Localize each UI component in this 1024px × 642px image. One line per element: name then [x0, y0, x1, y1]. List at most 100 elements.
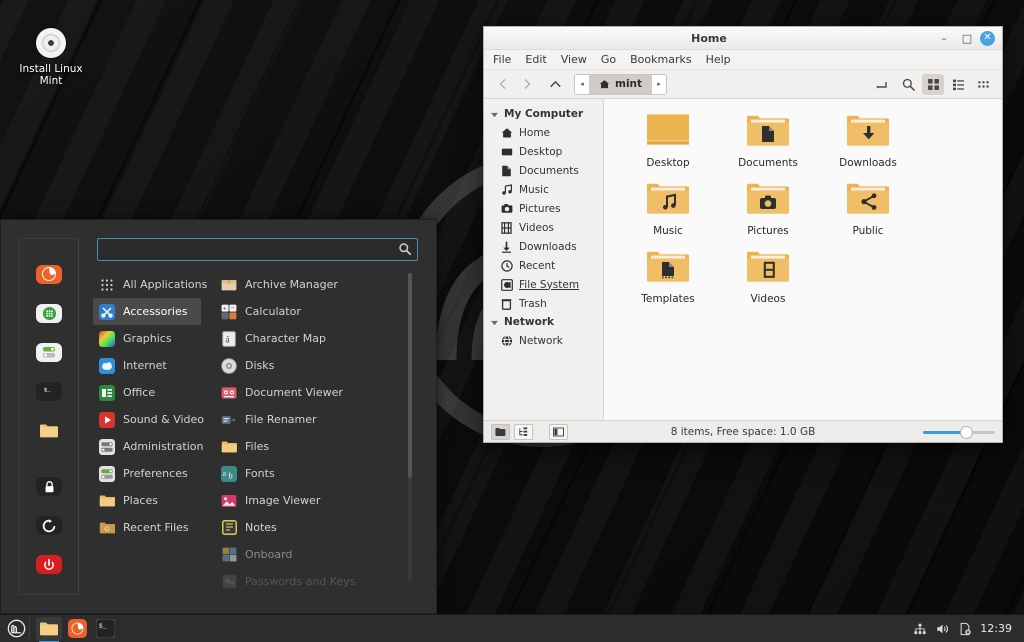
- menu-shortcut-sidebar[interactable]: $_: [19, 238, 79, 595]
- compact-view-icon[interactable]: [972, 74, 994, 95]
- search-icon[interactable]: [398, 242, 412, 256]
- menu-category-places[interactable]: Places: [93, 487, 201, 514]
- search-input[interactable]: [97, 238, 418, 261]
- quit-icon[interactable]: [36, 555, 62, 574]
- menu-app-document-viewer[interactable]: Document Viewer: [215, 379, 426, 406]
- status-bar[interactable]: 8 items, Free space: 1.0 GB: [484, 420, 1002, 442]
- file-item-public[interactable]: Public: [818, 181, 918, 237]
- file-item-videos[interactable]: Videos: [718, 249, 818, 305]
- up-icon[interactable]: [544, 74, 566, 95]
- toolbar[interactable]: ◂ mint ▸: [484, 70, 1002, 99]
- menu-app-fonts[interactable]: a b Fonts: [215, 460, 426, 487]
- menu-app-character-map[interactable]: á Character Map: [215, 325, 426, 352]
- menubar-item-view[interactable]: View: [561, 53, 587, 66]
- menubar-item-bookmarks[interactable]: Bookmarks: [630, 53, 691, 66]
- sidebar-group-network[interactable]: Network: [484, 313, 603, 331]
- window-title-bar[interactable]: Home – □ ✕: [484, 27, 1002, 50]
- menubar-item-help[interactable]: Help: [706, 53, 731, 66]
- firefox-launcher[interactable]: [64, 617, 90, 641]
- menu-category-office[interactable]: Office: [93, 379, 201, 406]
- sidebar-item-documents[interactable]: Documents: [484, 161, 603, 180]
- terminal-launcher[interactable]: $_: [92, 617, 118, 641]
- taskbar[interactable]: $_ 12:39: [0, 614, 1024, 642]
- application-menu[interactable]: $_ All Applications Accessories Graphics In…: [0, 219, 437, 614]
- menu-app-file-renamer[interactable]: File Renamer: [215, 406, 426, 433]
- system-tray[interactable]: 12:39: [913, 622, 1020, 636]
- menu-category-accessories[interactable]: Accessories: [93, 298, 201, 325]
- close-button[interactable]: ✕: [980, 30, 995, 46]
- path-prev-button[interactable]: ◂: [575, 74, 589, 94]
- firefox-icon[interactable]: [36, 265, 62, 284]
- sidebar-group-my-computer[interactable]: My Computer: [484, 105, 603, 123]
- file-manager-window[interactable]: Home – □ ✕ File Edit View Go Bookmarks Help ◂…: [483, 26, 1003, 443]
- install-linux-mint-desktop-icon[interactable]: Install Linux Mint: [14, 28, 88, 87]
- file-view[interactable]: Desktop Documents Downloads Music Pictures Pu…: [604, 99, 1002, 420]
- minimize-button[interactable]: –: [934, 28, 954, 48]
- menu-category-all-applications[interactable]: All Applications: [93, 271, 207, 298]
- sidebar-item-trash[interactable]: Trash: [484, 294, 603, 313]
- menu-category-graphics[interactable]: Graphics: [93, 325, 201, 352]
- sidebar-item-recent[interactable]: Recent: [484, 256, 603, 275]
- menu-app-archive-manager[interactable]: Archive Manager: [215, 271, 426, 298]
- files-icon[interactable]: [36, 421, 62, 440]
- icon-view-icon[interactable]: [922, 73, 944, 95]
- sidebar-item-music[interactable]: Music: [484, 180, 603, 199]
- menu-app-passwords-and-keys[interactable]: Passwords and Keys: [215, 568, 426, 595]
- menu-category-recent-files[interactable]: Recent Files: [93, 514, 201, 541]
- menubar-item-file[interactable]: File: [493, 53, 511, 66]
- menu-app-files[interactable]: Files: [215, 433, 426, 460]
- menubar-item-edit[interactable]: Edit: [525, 53, 546, 66]
- update-notifier-icon[interactable]: [958, 622, 972, 636]
- menu-app-image-viewer[interactable]: Image Viewer: [215, 487, 426, 514]
- zoom-slider-knob[interactable]: [960, 425, 973, 439]
- menubar-item-go[interactable]: Go: [601, 53, 616, 66]
- category-list[interactable]: All Applications Accessories Graphics Inter…: [89, 271, 207, 605]
- network-icon[interactable]: [913, 622, 927, 636]
- file-item-music[interactable]: Music: [618, 181, 718, 237]
- menu-category-internet[interactable]: Internet: [93, 352, 201, 379]
- logout-icon[interactable]: [36, 516, 62, 536]
- sidebar-item-pictures[interactable]: Pictures: [484, 199, 603, 218]
- sidebar-item-downloads[interactable]: Downloads: [484, 237, 603, 256]
- menu-app-onboard[interactable]: Onboard: [215, 541, 426, 568]
- file-item-pictures[interactable]: Pictures: [718, 181, 818, 237]
- menu-app-calculator[interactable]: + − Calculator: [215, 298, 426, 325]
- file-item-documents[interactable]: Documents: [718, 113, 818, 169]
- software-manager-icon[interactable]: [36, 303, 62, 323]
- path-entry-icon[interactable]: [872, 74, 894, 95]
- path-bar[interactable]: ◂ mint ▸: [574, 73, 668, 95]
- menu-bar[interactable]: File Edit View Go Bookmarks Help: [484, 50, 1002, 70]
- files-launcher[interactable]: [36, 616, 62, 642]
- sidebar-item-file-system[interactable]: File System: [484, 275, 603, 294]
- search-icon[interactable]: [897, 74, 919, 95]
- application-list[interactable]: Archive Manager + − Calculator á Character Ma…: [201, 271, 426, 605]
- sidebar-item-videos[interactable]: Videos: [484, 218, 603, 237]
- menu-app-disks[interactable]: Disks: [215, 352, 426, 379]
- zoom-slider[interactable]: [923, 425, 995, 439]
- mint-menu-icon[interactable]: [4, 616, 30, 641]
- list-view-icon[interactable]: [947, 74, 969, 95]
- chevron-down-icon[interactable]: [490, 110, 499, 119]
- menu-category-sound-video[interactable]: Sound & Video: [93, 406, 204, 433]
- sidebar-item-desktop[interactable]: Desktop: [484, 142, 603, 161]
- maximize-button[interactable]: □: [957, 28, 977, 48]
- places-sidebar[interactable]: My Computer Home Desktop Documents Music Pict…: [484, 99, 604, 420]
- app-list-scrollbar[interactable]: [408, 273, 412, 478]
- sidebar-item-home[interactable]: Home: [484, 123, 603, 142]
- sidebar-item-network[interactable]: Network: [484, 331, 603, 350]
- chevron-down-icon[interactable]: [490, 318, 499, 327]
- volume-icon[interactable]: [935, 622, 950, 636]
- file-item-downloads[interactable]: Downloads: [818, 113, 918, 169]
- update-manager-icon[interactable]: [36, 342, 62, 362]
- lock-screen-icon[interactable]: [36, 477, 62, 497]
- back-icon[interactable]: [492, 74, 514, 95]
- file-item-templates[interactable]: Templates: [618, 249, 718, 305]
- clock[interactable]: 12:39: [980, 622, 1012, 635]
- terminal-icon[interactable]: $_: [36, 381, 62, 401]
- file-grid[interactable]: Desktop Documents Downloads Music Pictures Pu…: [618, 113, 1002, 317]
- menu-app-notes[interactable]: Notes: [215, 514, 426, 541]
- breadcrumb-mint[interactable]: mint: [589, 74, 653, 94]
- forward-icon[interactable]: [516, 74, 538, 95]
- file-item-desktop[interactable]: Desktop: [618, 113, 718, 169]
- menu-category-administration[interactable]: Administration: [93, 433, 204, 460]
